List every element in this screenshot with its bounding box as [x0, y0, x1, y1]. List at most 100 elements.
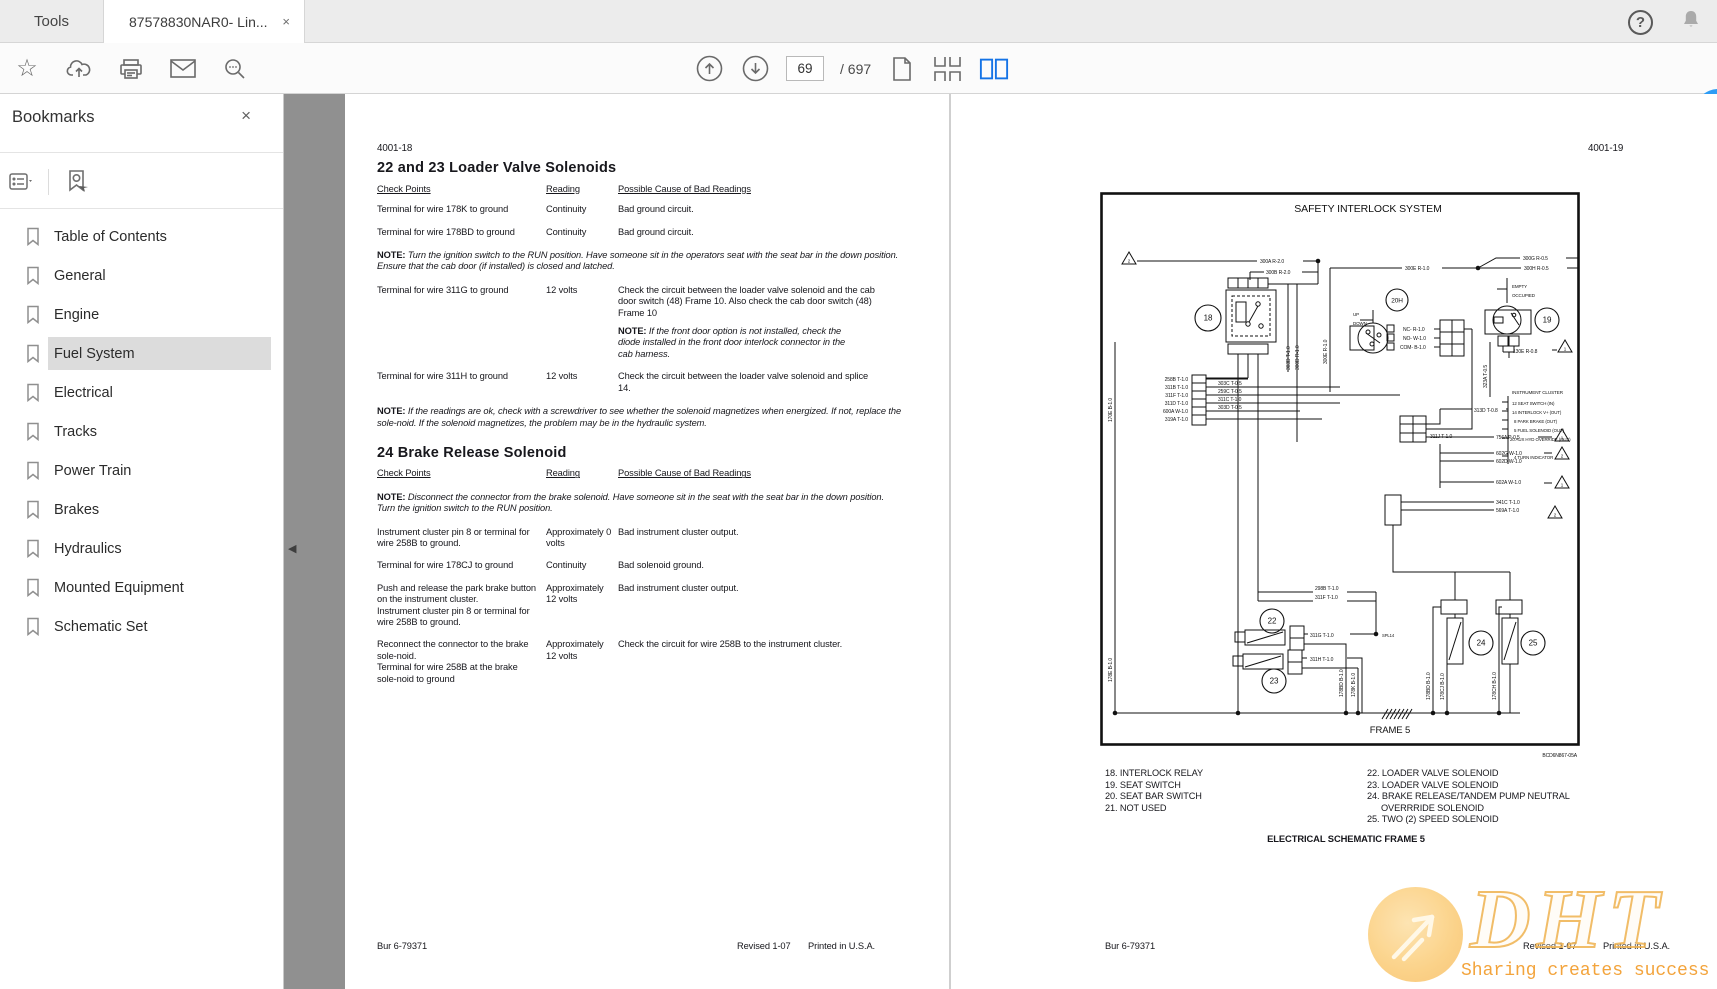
- bookmark-options-icon[interactable]: [6, 169, 36, 195]
- svg-text:319A T-1.0: 319A T-1.0: [1165, 417, 1188, 423]
- legend-item: 20. SEAT BAR SWITCH: [1105, 791, 1203, 803]
- section-title: 24 Brake Release Solenoid: [377, 448, 917, 459]
- bookmark-item-engine[interactable]: Engine: [0, 295, 283, 334]
- table-row: Push and release the park brake button o…: [377, 583, 917, 629]
- bookmark-label: Power Train: [48, 454, 271, 487]
- svg-text:303D T-0.5: 303D T-0.5: [1218, 405, 1242, 411]
- bookmark-label: Schematic Set: [48, 610, 271, 643]
- svg-text:178CH B-1.0: 178CH B-1.0: [1492, 672, 1498, 700]
- page-number-input[interactable]: [786, 56, 824, 81]
- svg-text:259C T-0.5: 259C T-0.5: [1218, 389, 1242, 395]
- svg-text:602A W-1.0: 602A W-1.0: [1496, 480, 1521, 486]
- favorite-star-icon[interactable]: ☆: [12, 52, 42, 86]
- svg-text:300H R-0.5: 300H R-0.5: [1524, 266, 1549, 272]
- svg-text:300B R-2.0: 300B R-2.0: [1266, 270, 1291, 276]
- legend-right-column: 22. LOADER VALVE SOLENOID 23. LOADER VAL…: [1367, 768, 1625, 826]
- svg-text:178CJ B-1.0: 178CJ B-1.0: [1440, 673, 1446, 700]
- svg-text:DOWN: DOWN: [1353, 321, 1367, 326]
- legend-item: 25. TWO (2) SPEED SOLENOID: [1367, 814, 1625, 826]
- legend-left-column: 18. INTERLOCK RELAY 19. SEAT SWITCH 20. …: [1105, 768, 1203, 814]
- collapse-panel-icon[interactable]: ◀: [288, 542, 296, 555]
- divider: [0, 208, 283, 209]
- bookmark-item-brakes[interactable]: Brakes: [0, 490, 283, 529]
- bookmark-label: Mounted Equipment: [48, 571, 271, 604]
- svg-text:756A P-0.5: 756A P-0.5: [1496, 435, 1520, 441]
- bookmark-label: Brakes: [48, 493, 271, 526]
- svg-text:2: 2: [1128, 259, 1131, 264]
- table-row: Terminal for wire 178K to ground Continu…: [377, 204, 917, 215]
- table-row: Terminal for wire 311H to ground 12 volt…: [377, 371, 917, 394]
- bookmark-settings-icon[interactable]: [61, 166, 93, 198]
- note-paragraph: NOTE: If the readings are ok, check with…: [377, 406, 917, 429]
- legend-item: 18. INTERLOCK RELAY: [1105, 768, 1203, 780]
- tab-document-title: 87578830NAR0- Lin...: [129, 14, 268, 30]
- footer-printed: Printed in U.S.A.: [808, 941, 875, 952]
- note-paragraph: NOTE: Turn the ignition switch to the RU…: [377, 250, 917, 273]
- bookmark-item-hydraulics[interactable]: Hydraulics: [0, 529, 283, 568]
- notifications-bell-icon[interactable]: [1679, 8, 1703, 37]
- bookmark-item-fuel-system[interactable]: Fuel System: [0, 334, 283, 373]
- single-page-view-icon[interactable]: [887, 52, 917, 86]
- close-tab-icon[interactable]: ×: [278, 12, 294, 31]
- toolbar: ☆ / 697: [0, 43, 1717, 94]
- bookmarks-title: Bookmarks: [12, 108, 95, 127]
- next-page-icon[interactable]: [740, 52, 770, 86]
- bookmark-item-schematic-set[interactable]: Schematic Set: [0, 607, 283, 646]
- close-panel-icon[interactable]: ×: [241, 106, 251, 126]
- bookmark-item-general[interactable]: General: [0, 256, 283, 295]
- scrolling-view-icon[interactable]: [933, 52, 963, 86]
- email-icon[interactable]: [168, 52, 198, 86]
- print-icon[interactable]: [116, 52, 146, 86]
- bookmark-icon: [25, 383, 41, 407]
- tab-tools[interactable]: Tools: [0, 0, 103, 43]
- svg-text:311B T-1.0: 311B T-1.0: [1165, 385, 1188, 391]
- svg-text:25: 25: [1529, 639, 1538, 648]
- schematic-code: BCD6N867-05A: [1542, 753, 1577, 759]
- bookmark-item-mounted-equipment[interactable]: Mounted Equipment: [0, 568, 283, 607]
- bookmark-item-table-of-contents[interactable]: Table of Contents: [0, 217, 283, 256]
- safety-interlock-schematic: SAFETY INTERLOCK SYSTEM FRAME 5 BCD6N867…: [1100, 192, 1580, 762]
- svg-text:SPL14: SPL14: [1382, 633, 1395, 638]
- table-row: Terminal for wire 178BD to ground Contin…: [377, 227, 917, 238]
- svg-text:12 SEAT SWITCH (IN): 12 SEAT SWITCH (IN): [1512, 401, 1555, 406]
- cloud-upload-icon[interactable]: [64, 52, 94, 86]
- svg-text:600A W-1.0: 600A W-1.0: [1163, 409, 1188, 415]
- table-row: Terminal for wire 178CJ to ground Contin…: [377, 560, 917, 571]
- table-header: Check Points Reading Possible Cause of B…: [377, 468, 917, 479]
- svg-text:178K B-1.0: 178K B-1.0: [1351, 673, 1357, 697]
- svg-text:8 PARK BRAKE (OUT): 8 PARK BRAKE (OUT): [1514, 419, 1558, 424]
- table-header: Check Points Reading Possible Cause of B…: [377, 184, 917, 195]
- document-page-right: 4001-19: [951, 94, 1717, 989]
- legend-item: 24. BRAKE RELEASE/TANDEM PUMP NEUTRAL OV…: [1367, 791, 1625, 814]
- help-icon[interactable]: ?: [1628, 10, 1653, 35]
- svg-text:NC- R-1.0: NC- R-1.0: [1403, 327, 1425, 333]
- svg-text:2: 2: [1554, 513, 1557, 518]
- previous-page-icon[interactable]: [694, 52, 724, 86]
- section-title: 22 and 23 Loader Valve Solenoids: [377, 163, 917, 174]
- svg-text:19: 19: [1543, 316, 1552, 325]
- svg-text:18: 18: [1204, 314, 1213, 323]
- svg-text:311F T-1.0: 311F T-1.0: [1165, 393, 1188, 399]
- bookmark-icon: [25, 461, 41, 485]
- page-total-label: / 697: [840, 61, 871, 77]
- page-number-left: 4001-18: [377, 143, 917, 154]
- svg-text:178E B-1.0: 178E B-1.0: [1108, 658, 1114, 682]
- svg-text:NO- W-1.0: NO- W-1.0: [1403, 336, 1426, 342]
- table-row: Terminal for wire 311G to ground 12 volt…: [377, 285, 917, 360]
- svg-text:300A R-2.0: 300A R-2.0: [1260, 259, 1284, 265]
- svg-text:20H: 20H: [1391, 298, 1403, 305]
- two-page-view-icon[interactable]: [979, 52, 1009, 86]
- footer-doc-id: Bur 6-79371: [1105, 941, 1155, 952]
- bookmark-item-electrical[interactable]: Electrical: [0, 373, 283, 412]
- search-icon[interactable]: [220, 52, 250, 86]
- bookmark-item-tracks[interactable]: Tracks: [0, 412, 283, 451]
- tab-document[interactable]: 87578830NAR0- Lin... ×: [103, 0, 305, 43]
- table-row: Reconnect the connector to the brake sol…: [377, 639, 917, 685]
- legend-item: 19. SEAT SWITCH: [1105, 780, 1203, 792]
- footer-printed: Printed in U.S.A.: [1603, 941, 1670, 952]
- svg-text:303D T-1.0: 303D T-1.0: [1286, 346, 1292, 370]
- pdf-reader-window: Tools 87578830NAR0- Lin... × ? ☆: [0, 0, 1717, 989]
- bookmark-item-power-train[interactable]: Power Train: [0, 451, 283, 490]
- svg-text:170E B-1.0: 170E B-1.0: [1108, 398, 1114, 422]
- bookmark-label: Table of Contents: [48, 220, 271, 253]
